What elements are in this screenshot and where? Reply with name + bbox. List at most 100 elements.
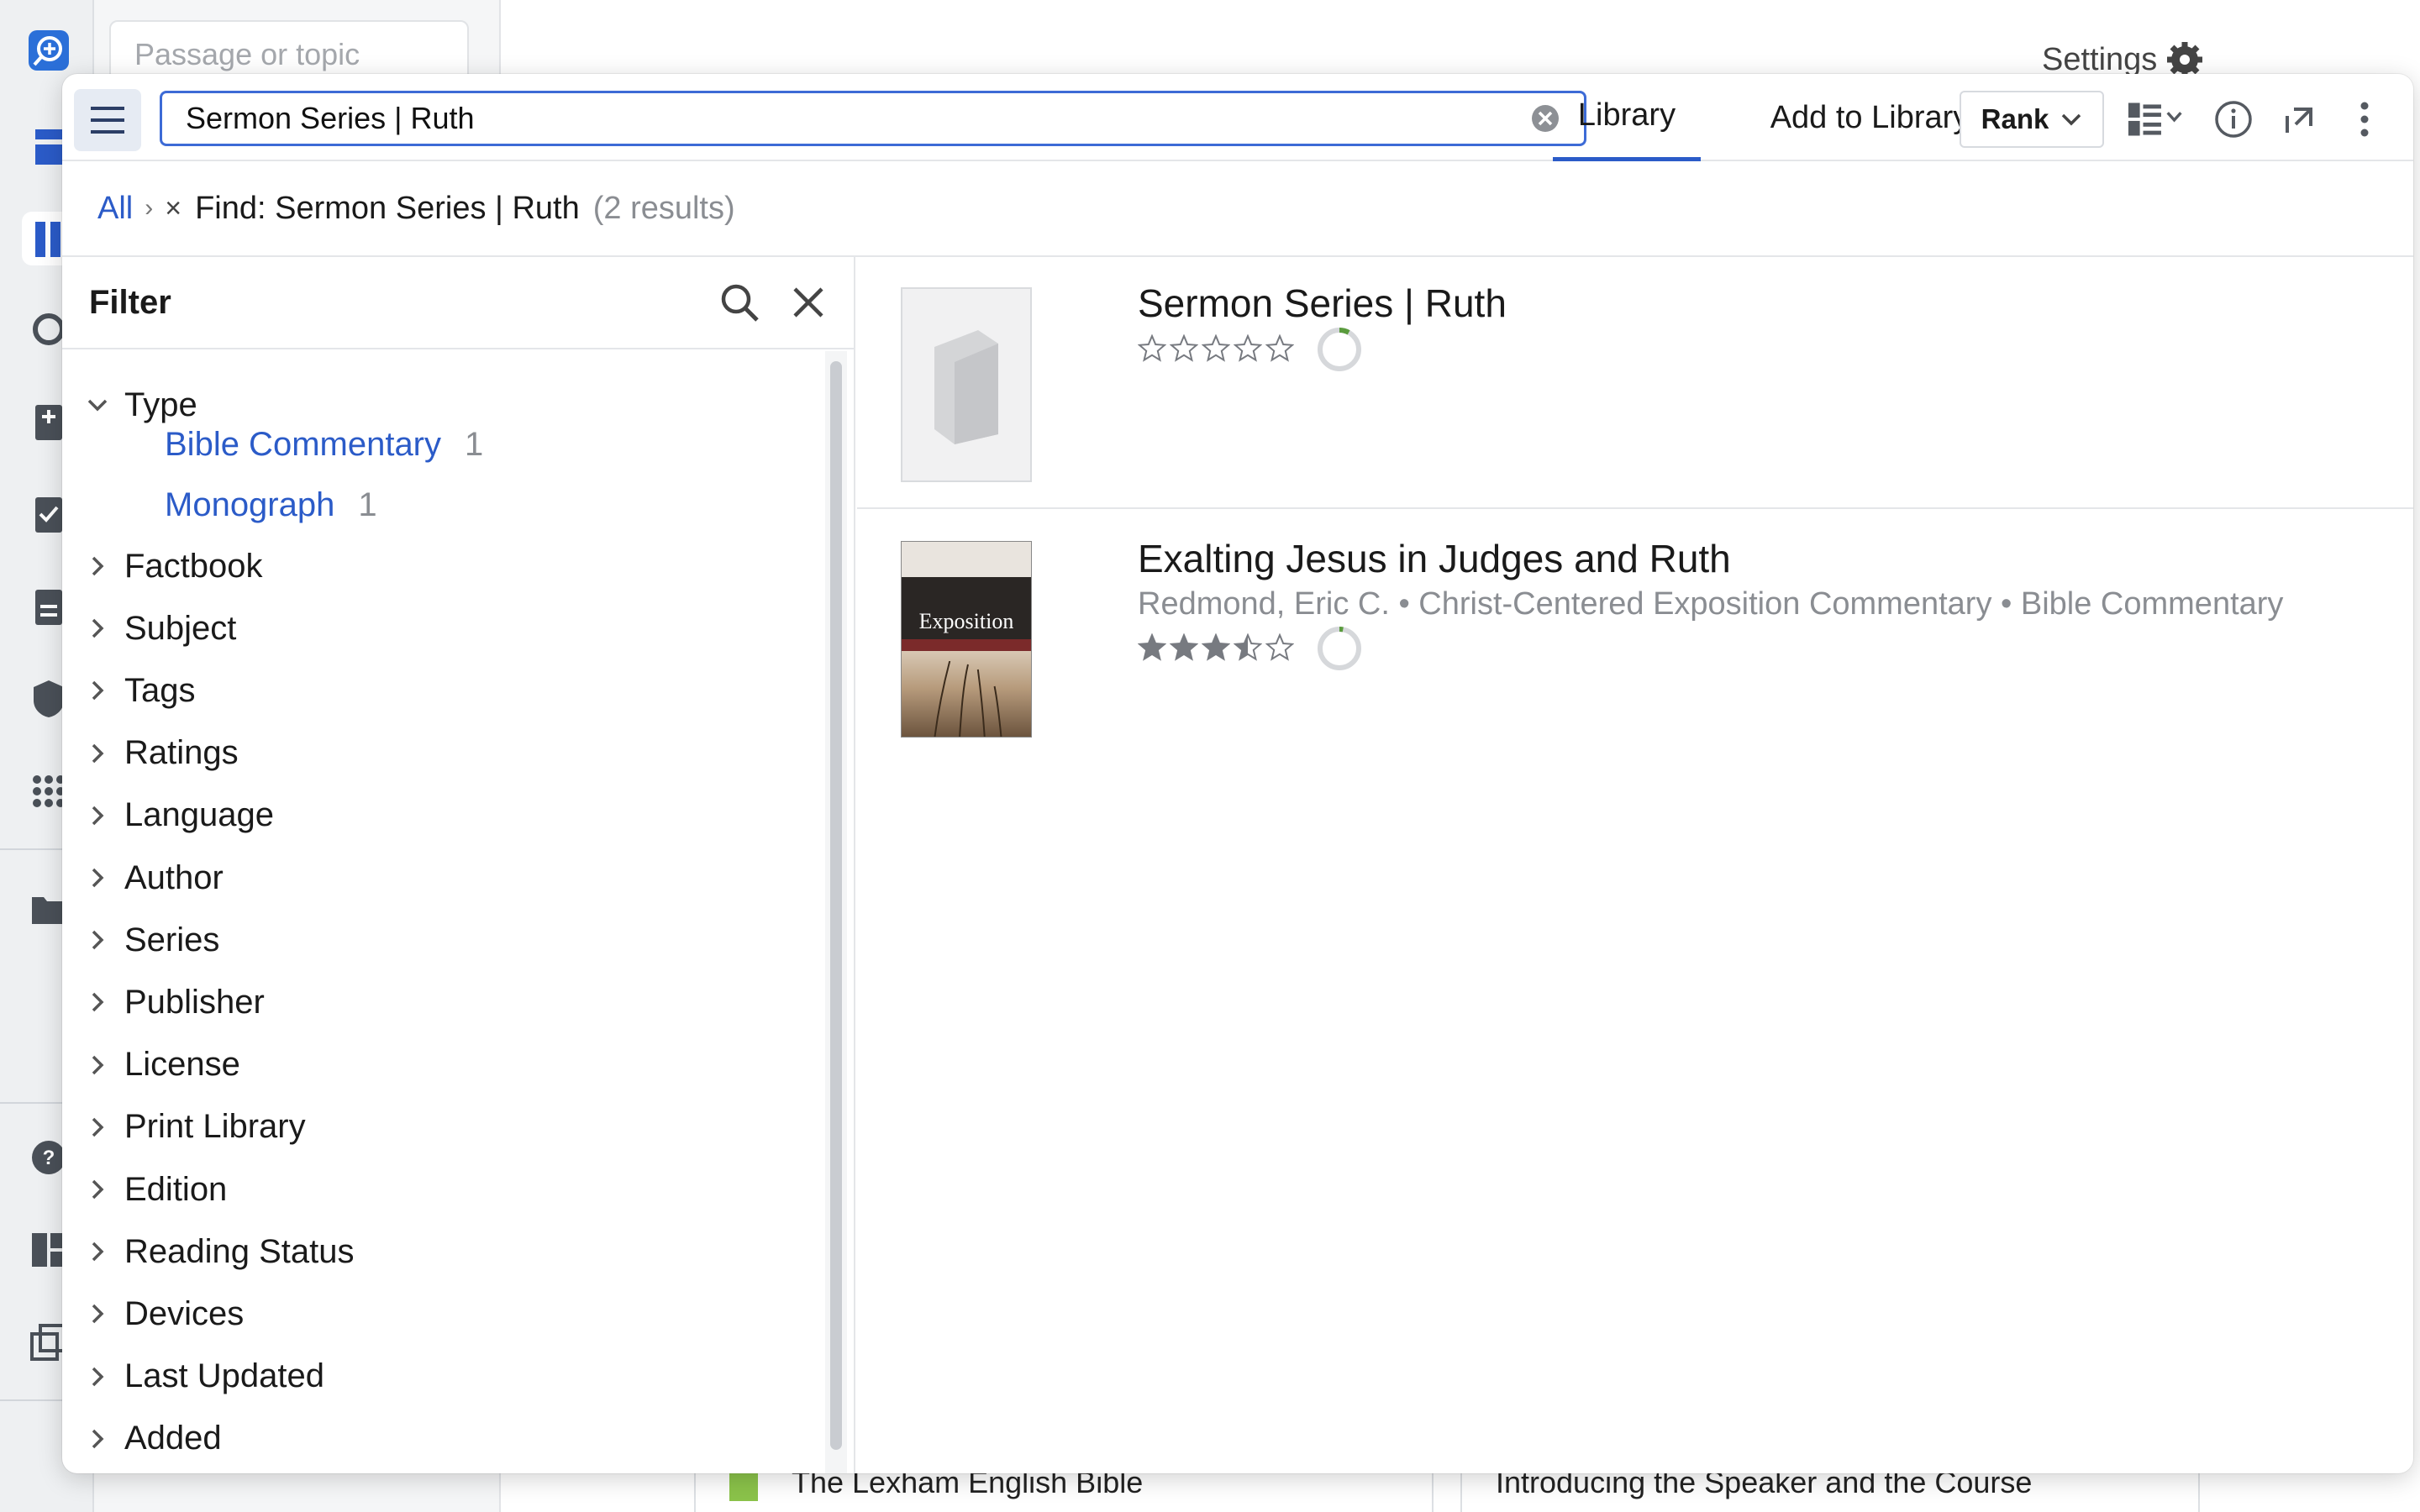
filter-category-edition[interactable]: Edition xyxy=(62,1164,227,1215)
chevron-right-icon xyxy=(92,1117,104,1137)
more-vertical-icon xyxy=(2360,102,2369,137)
filter-category-label: Edition xyxy=(124,1170,228,1208)
filter-option-label: Bible Commentary xyxy=(165,425,442,463)
filter-category-language[interactable]: Language xyxy=(62,790,274,841)
filter-category-added[interactable]: Added xyxy=(62,1414,222,1464)
chevron-down-icon xyxy=(87,399,108,412)
filter-category-label: Last Updated xyxy=(124,1357,324,1395)
filter-category-publisher[interactable]: Publisher xyxy=(62,977,265,1027)
library-search-field[interactable] xyxy=(160,91,1586,146)
filter-category-label: Devices xyxy=(124,1294,245,1332)
filter-category-factbook[interactable]: Factbook xyxy=(62,541,263,591)
close-filter-icon[interactable] xyxy=(790,284,827,321)
filter-title: Filter xyxy=(89,283,171,321)
star-icon[interactable] xyxy=(1234,633,1262,662)
filter-header: Filter xyxy=(62,257,854,349)
filter-option-bible-commentary[interactable]: Bible Commentary 1 xyxy=(165,418,483,470)
filter-category-label: Ratings xyxy=(124,734,239,772)
star-icon[interactable] xyxy=(1138,633,1166,662)
filter-category-label: Language xyxy=(124,796,274,834)
filter-category-devices[interactable]: Devices xyxy=(62,1289,244,1339)
tab-library[interactable]: Library xyxy=(1553,74,1701,161)
chevron-right-icon xyxy=(92,1055,104,1074)
cover-grass-art xyxy=(934,661,1002,737)
result-title[interactable]: Sermon Series | Ruth xyxy=(1138,281,1507,326)
list-view-icon xyxy=(2128,102,2182,136)
panel-link-icon xyxy=(2286,108,2312,133)
hamburger-icon xyxy=(91,107,124,134)
remove-filter-button[interactable]: × xyxy=(165,192,182,225)
panel-link-button[interactable] xyxy=(2275,96,2323,143)
breadcrumb: All › × Find: Sermon Series | Ruth (2 re… xyxy=(62,161,2413,257)
star-icon[interactable] xyxy=(1202,633,1230,662)
star-icon[interactable] xyxy=(1170,633,1198,662)
result-item[interactable]: Exposition Exalting Jesus in Judges and … xyxy=(857,511,2413,796)
reading-progress-ring xyxy=(1318,627,1361,670)
filter-option-count: 1 xyxy=(358,486,377,523)
filter-category-label: Added xyxy=(124,1420,222,1457)
chevron-right-icon xyxy=(92,556,104,576)
chevron-right-icon xyxy=(92,806,104,826)
star-icon[interactable] xyxy=(1202,334,1230,363)
search-app-icon[interactable] xyxy=(22,24,76,77)
filter-category-label: Series xyxy=(124,921,220,958)
svg-text:?: ? xyxy=(43,1147,55,1169)
filter-category-author[interactable]: Author xyxy=(62,853,224,903)
library-panel: Library Add to Library Rank All › × Find… xyxy=(62,74,2413,1473)
filter-search-icon[interactable] xyxy=(718,281,761,324)
background-search-placeholder: Passage or topic xyxy=(134,37,360,71)
chevron-right-icon xyxy=(92,868,104,888)
book-cover: Exposition xyxy=(901,541,1032,738)
filter-scrollbar[interactable] xyxy=(830,361,842,1450)
book-cover-placeholder xyxy=(901,287,1032,482)
filter-category-license[interactable]: License xyxy=(62,1040,240,1090)
breadcrumb-separator: › xyxy=(145,194,154,222)
star-icon[interactable] xyxy=(1234,334,1262,363)
filter-category-print-library[interactable]: Print Library xyxy=(62,1102,306,1152)
breadcrumb-all-link[interactable]: All xyxy=(97,191,133,227)
filter-category-subject[interactable]: Subject xyxy=(62,603,236,654)
library-search-input[interactable] xyxy=(186,101,1530,136)
chevron-right-icon xyxy=(92,743,104,763)
rank-label: Rank xyxy=(1981,103,2049,134)
view-options-button[interactable] xyxy=(2126,96,2193,143)
filter-category-reading-status[interactable]: Reading Status xyxy=(62,1226,355,1277)
info-icon xyxy=(2215,101,2252,138)
info-button[interactable] xyxy=(2210,96,2257,143)
filter-category-label: Tags xyxy=(124,671,196,709)
result-item[interactable]: Sermon Series | Ruth xyxy=(857,257,2413,509)
star-icon[interactable] xyxy=(1265,334,1294,363)
library-toolbar: Library Add to Library Rank xyxy=(62,74,2413,161)
result-title[interactable]: Exalting Jesus in Judges and Ruth xyxy=(1138,536,1731,581)
chevron-right-icon xyxy=(92,618,104,638)
chevron-right-icon xyxy=(92,1305,104,1324)
filter-category-series[interactable]: Series xyxy=(62,915,219,965)
filter-category-label: License xyxy=(124,1046,240,1084)
filter-option-monograph[interactable]: Monograph 1 xyxy=(165,479,377,531)
filter-category-label: Author xyxy=(124,858,224,896)
star-icon[interactable] xyxy=(1265,633,1294,662)
star-icon[interactable] xyxy=(1170,334,1198,363)
filter-category-label: Publisher xyxy=(124,983,265,1021)
star-rating[interactable] xyxy=(1138,334,1294,363)
filter-category-tags[interactable]: Tags xyxy=(62,665,196,716)
filter-category-last-updated[interactable]: Last Updated xyxy=(62,1352,324,1402)
filter-option-label: Monograph xyxy=(165,486,335,523)
filter-category-ratings[interactable]: Ratings xyxy=(62,728,239,779)
settings-label: Settings xyxy=(2042,41,2158,77)
filter-category-label: Reading Status xyxy=(124,1232,355,1270)
filter-option-count: 1 xyxy=(465,425,484,463)
chevron-right-icon xyxy=(92,930,104,950)
rank-sort-dropdown[interactable]: Rank xyxy=(1960,91,2104,148)
breadcrumb-find-label: Find: Sermon Series | Ruth xyxy=(195,190,580,226)
book-placeholder-icon xyxy=(934,330,998,444)
chevron-right-icon xyxy=(92,1179,104,1200)
result-count: (2 results) xyxy=(592,190,735,226)
star-icon[interactable] xyxy=(1138,334,1166,363)
filter-category-label: Factbook xyxy=(124,547,263,585)
star-rating[interactable] xyxy=(1138,633,1294,662)
result-meta: Redmond, Eric C. • Christ-Centered Expos… xyxy=(1138,586,2284,622)
panel-menu-button[interactable] xyxy=(74,89,141,151)
reading-progress-ring xyxy=(1318,328,1361,371)
more-options-button[interactable] xyxy=(2341,96,2388,143)
